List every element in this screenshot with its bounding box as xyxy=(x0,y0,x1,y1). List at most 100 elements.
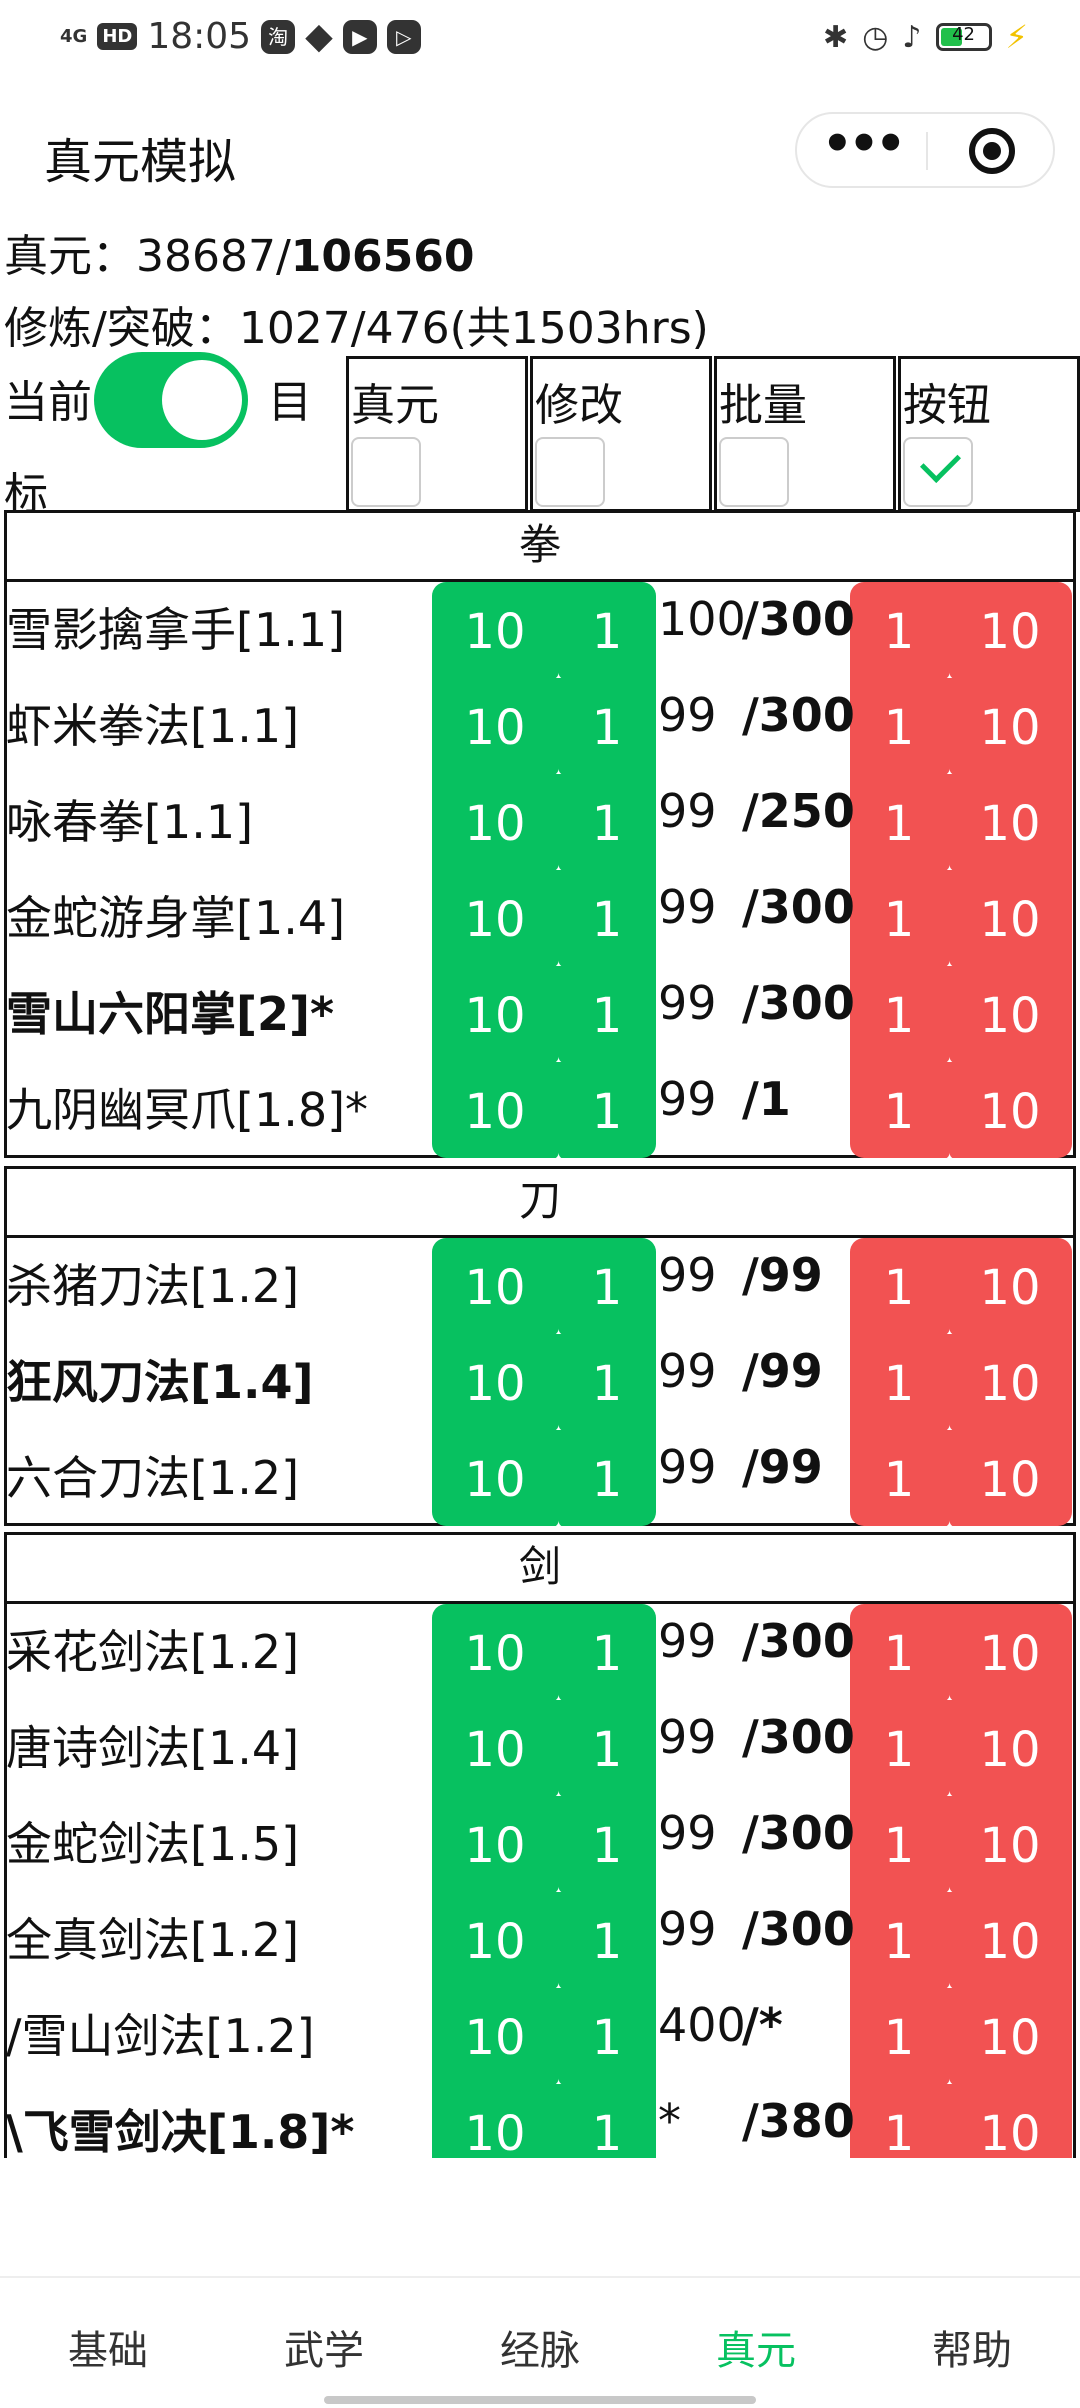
minus-1-button[interactable]: 1 xyxy=(850,1604,948,1700)
current-level: 400 xyxy=(658,1998,746,2052)
current-level: * xyxy=(658,2094,681,2148)
more-icon[interactable]: ••• xyxy=(797,114,927,186)
minus-10-button[interactable]: 10 xyxy=(948,1988,1072,2084)
tab-meridian[interactable]: 经脉 xyxy=(432,2318,648,2376)
plus-1-button[interactable]: 1 xyxy=(558,2084,656,2162)
mini-program-capsule: ••• xyxy=(795,112,1055,188)
minus-1-button[interactable]: 1 xyxy=(850,1334,948,1430)
minus-10-button[interactable]: 10 xyxy=(948,1604,1072,1700)
minus-1-button[interactable]: 1 xyxy=(850,774,948,870)
mute-icon: ♪ xyxy=(902,19,922,55)
minus-10-button[interactable]: 10 xyxy=(948,582,1072,678)
minus-1-button[interactable]: 1 xyxy=(850,1430,948,1526)
tab-martial[interactable]: 武学 xyxy=(216,2318,432,2376)
plus-10-button[interactable]: 10 xyxy=(432,1604,558,1700)
plus-1-button[interactable]: 1 xyxy=(558,1238,656,1334)
tab-help[interactable]: 帮助 xyxy=(864,2318,1080,2376)
max-level: /380 xyxy=(742,2094,855,2148)
plus-10-button[interactable]: 10 xyxy=(432,1700,558,1796)
minus-1-button[interactable]: 1 xyxy=(850,2084,948,2162)
plus-10-button[interactable]: 10 xyxy=(432,678,558,774)
batch-checkbox[interactable] xyxy=(719,437,789,507)
plus-1-button[interactable]: 1 xyxy=(558,870,656,966)
plus-1-button[interactable]: 1 xyxy=(558,1892,656,1988)
plus-1-button[interactable]: 1 xyxy=(558,678,656,774)
minus-1-button[interactable]: 1 xyxy=(850,1988,948,2084)
minus-10-button[interactable]: 10 xyxy=(948,2084,1072,2162)
alarm-icon: ◷ xyxy=(862,19,889,55)
skill-name: 采花剑法[1.2] xyxy=(6,1625,300,1679)
signal-icon: 4G xyxy=(60,25,88,47)
plus-10-button[interactable]: 10 xyxy=(432,1892,558,1988)
plus-1-button[interactable]: 1 xyxy=(558,774,656,870)
minus-1-button[interactable]: 1 xyxy=(850,1796,948,1892)
video-icon: ▷ xyxy=(386,19,421,54)
hd-icon: HD xyxy=(97,23,138,50)
plus-10-button[interactable]: 10 xyxy=(432,2084,558,2162)
skill-name: 雪影擒拿手[1.1] xyxy=(6,603,346,657)
plus-1-button[interactable]: 1 xyxy=(558,1604,656,1700)
current-level: 99 xyxy=(658,1072,717,1126)
max-level: /99 xyxy=(742,1248,823,1302)
minus-10-button[interactable]: 10 xyxy=(948,774,1072,870)
minus-1-button[interactable]: 1 xyxy=(850,582,948,678)
plus-1-button[interactable]: 1 xyxy=(558,582,656,678)
plus-1-button[interactable]: 1 xyxy=(558,1430,656,1526)
minus-1-button[interactable]: 1 xyxy=(850,1700,948,1796)
max-level: /99 xyxy=(742,1440,823,1494)
modify-checkbox[interactable] xyxy=(535,437,605,507)
plus-10-button[interactable]: 10 xyxy=(432,774,558,870)
category-header: 拳 xyxy=(4,510,1076,582)
zhenyuan-checkbox[interactable] xyxy=(351,437,421,507)
skill-name: 雪山六阳掌[2]* xyxy=(6,987,335,1041)
minus-1-button[interactable]: 1 xyxy=(850,870,948,966)
batch-checkbox-label: 批量 xyxy=(719,380,807,431)
minus-10-button[interactable]: 10 xyxy=(948,1700,1072,1796)
minus-10-button[interactable]: 10 xyxy=(948,966,1072,1062)
minus-1-button[interactable]: 1 xyxy=(850,966,948,1062)
play-icon: ▶ xyxy=(342,19,377,54)
plus-10-button[interactable]: 10 xyxy=(432,1796,558,1892)
minus-10-button[interactable]: 10 xyxy=(948,1892,1072,1988)
minus-10-button[interactable]: 10 xyxy=(948,1430,1072,1526)
plus-10-button[interactable]: 10 xyxy=(432,966,558,1062)
max-level: /300 xyxy=(742,592,855,646)
plus-1-button[interactable]: 1 xyxy=(558,1700,656,1796)
zhenyuan-checkbox-group: 真元 xyxy=(346,356,528,512)
plus-10-button[interactable]: 10 xyxy=(432,1238,558,1334)
plus-10-button[interactable]: 10 xyxy=(432,870,558,966)
plus-10-button[interactable]: 10 xyxy=(432,1430,558,1526)
current-level: 99 xyxy=(658,1710,717,1764)
minus-10-button[interactable]: 10 xyxy=(948,870,1072,966)
plus-10-button[interactable]: 10 xyxy=(432,1062,558,1158)
minus-1-button[interactable]: 1 xyxy=(850,678,948,774)
max-level: /300 xyxy=(742,976,855,1030)
plus-10-button[interactable]: 10 xyxy=(432,582,558,678)
skill-name: 金蛇游身掌[1.4] xyxy=(6,891,346,945)
plus-1-button[interactable]: 1 xyxy=(558,1796,656,1892)
batch-checkbox-group: 批量 xyxy=(714,356,896,512)
minus-10-button[interactable]: 10 xyxy=(948,678,1072,774)
button-checkbox[interactable] xyxy=(903,437,973,507)
close-target-icon[interactable] xyxy=(969,128,1015,174)
minus-10-button[interactable]: 10 xyxy=(948,1796,1072,1892)
plus-1-button[interactable]: 1 xyxy=(558,1988,656,2084)
minus-1-button[interactable]: 1 xyxy=(850,1062,948,1158)
minus-10-button[interactable]: 10 xyxy=(948,1334,1072,1430)
plus-1-button[interactable]: 1 xyxy=(558,1334,656,1430)
plus-1-button[interactable]: 1 xyxy=(558,1062,656,1158)
max-level: /300 xyxy=(742,880,855,934)
plus-1-button[interactable]: 1 xyxy=(558,966,656,1062)
category-header: 剑 xyxy=(4,1532,1076,1604)
minus-10-button[interactable]: 10 xyxy=(948,1238,1072,1334)
plus-10-button[interactable]: 10 xyxy=(432,1334,558,1430)
max-level: /300 xyxy=(742,1614,855,1668)
mode-toggle[interactable] xyxy=(94,352,248,448)
tab-zhenyuan[interactable]: 真元 xyxy=(648,2318,864,2376)
category-header: 刀 xyxy=(4,1166,1076,1238)
minus-1-button[interactable]: 1 xyxy=(850,1892,948,1988)
plus-10-button[interactable]: 10 xyxy=(432,1988,558,2084)
minus-10-button[interactable]: 10 xyxy=(948,1062,1072,1158)
minus-1-button[interactable]: 1 xyxy=(850,1238,948,1334)
tab-basic[interactable]: 基础 xyxy=(0,2318,216,2376)
